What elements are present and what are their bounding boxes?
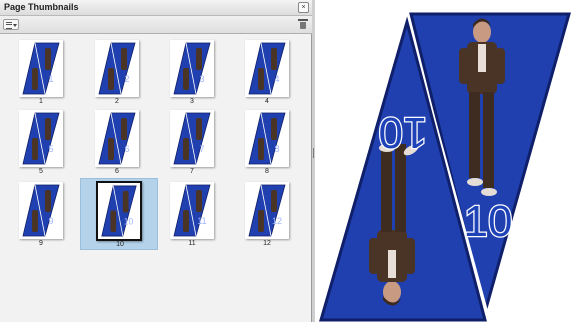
page-number-label: 7 <box>190 168 194 175</box>
trash-icon <box>298 19 308 21</box>
thumbnail-art: 5 <box>22 112 60 165</box>
number-bottom: 10 <box>464 197 513 246</box>
page-preview-image: 3 <box>170 40 214 97</box>
svg-text:5: 5 <box>48 144 53 154</box>
page-preview-image: 9 <box>19 182 63 239</box>
close-panel-button[interactable]: × <box>298 2 309 13</box>
svg-text:8: 8 <box>274 144 279 154</box>
thumbnail-art: 10 <box>101 185 137 237</box>
thumbnail-art: 12 <box>248 184 286 237</box>
svg-text:6: 6 <box>124 144 129 154</box>
page-number-label: 8 <box>265 168 269 175</box>
thumbnail-art: 8 <box>248 112 286 165</box>
page-thumbnail[interactable]: 5 5 <box>2 106 80 178</box>
page-preview-image: 7 <box>170 110 214 167</box>
page-number-label: 5 <box>39 168 43 175</box>
page-preview-image: 11 <box>170 182 214 239</box>
page-thumbnail-selected[interactable]: 10 10 <box>80 178 158 250</box>
page-preview-image: 2 <box>95 40 139 97</box>
page-number-label: 6 <box>115 168 119 175</box>
page-thumbnail[interactable]: 7 7 <box>153 106 231 178</box>
page-thumbnail[interactable]: 12 12 <box>228 178 306 250</box>
page-thumbnail[interactable]: 8 8 <box>228 106 306 178</box>
options-menu-icon <box>6 22 12 29</box>
page-preview-image: 5 <box>19 110 63 167</box>
thumbnail-art: 11 <box>173 184 211 237</box>
page-thumbnail[interactable]: 9 9 <box>2 178 80 250</box>
page-preview-image: 10 <box>96 181 142 241</box>
svg-text:1: 1 <box>48 74 53 84</box>
page-number-label: 10 <box>116 241 124 248</box>
page-number-label: 2 <box>115 98 119 105</box>
panel-title: Page Thumbnails <box>4 2 79 12</box>
thumbnail-art: 6 <box>98 112 136 165</box>
page-number-label: 11 <box>188 240 196 247</box>
svg-text:11: 11 <box>197 216 206 226</box>
page-preview-image: 4 <box>245 40 289 97</box>
page-thumbnail[interactable]: 1 1 <box>2 36 80 108</box>
thumbnails-toolbar <box>0 16 312 34</box>
splitter-grip-icon <box>313 148 314 158</box>
svg-text:3: 3 <box>199 74 204 84</box>
page-thumbnail[interactable]: 4 4 <box>228 36 306 108</box>
thumbnail-art: 2 <box>98 42 136 95</box>
page-thumbnail[interactable]: 3 3 <box>153 36 231 108</box>
svg-text:4: 4 <box>274 74 279 84</box>
thumbnail-art: 4 <box>248 42 286 95</box>
thumbnail-art: 9 <box>22 184 60 237</box>
page-number-label: 1 <box>39 98 43 105</box>
thumbnail-art: 3 <box>173 42 211 95</box>
svg-text:9: 9 <box>48 216 53 226</box>
page-thumbnail[interactable]: 2 2 <box>78 36 156 108</box>
thumbnail-art: 7 <box>173 112 211 165</box>
page-thumbnail[interactable]: 11 11 <box>153 178 231 250</box>
thumbnail-grid: 1 1 2 2 3 3 4 4 5 5 6 6 7 7 8 8 9 9 10 1… <box>0 34 311 322</box>
thumbnail-art: 1 <box>22 42 60 95</box>
page-preview-image: 6 <box>95 110 139 167</box>
page-preview-image: 8 <box>245 110 289 167</box>
page-number-label: 3 <box>190 98 194 105</box>
pennant-artwork: 10 10 <box>315 12 573 322</box>
page-number-label: 9 <box>39 240 43 247</box>
page-thumbnail[interactable]: 6 6 <box>78 106 156 178</box>
delete-page-button[interactable] <box>298 19 308 29</box>
number-top: 10 <box>379 108 428 157</box>
page-preview-image: 1 <box>19 40 63 97</box>
svg-text:10: 10 <box>124 216 134 226</box>
panel-header: Page Thumbnails × <box>0 0 312 16</box>
options-menu-button[interactable] <box>3 19 19 30</box>
page-preview: 10 10 <box>315 0 579 322</box>
page-number-label: 12 <box>263 240 271 247</box>
svg-text:12: 12 <box>272 216 282 226</box>
svg-text:2: 2 <box>124 74 129 84</box>
page-preview-image: 12 <box>245 182 289 239</box>
page-thumbnails-panel: Page Thumbnails × 1 1 2 2 3 3 4 4 5 5 6 … <box>0 0 312 322</box>
chevron-down-icon <box>13 24 17 27</box>
svg-text:7: 7 <box>199 144 204 154</box>
page-number-label: 4 <box>265 98 269 105</box>
